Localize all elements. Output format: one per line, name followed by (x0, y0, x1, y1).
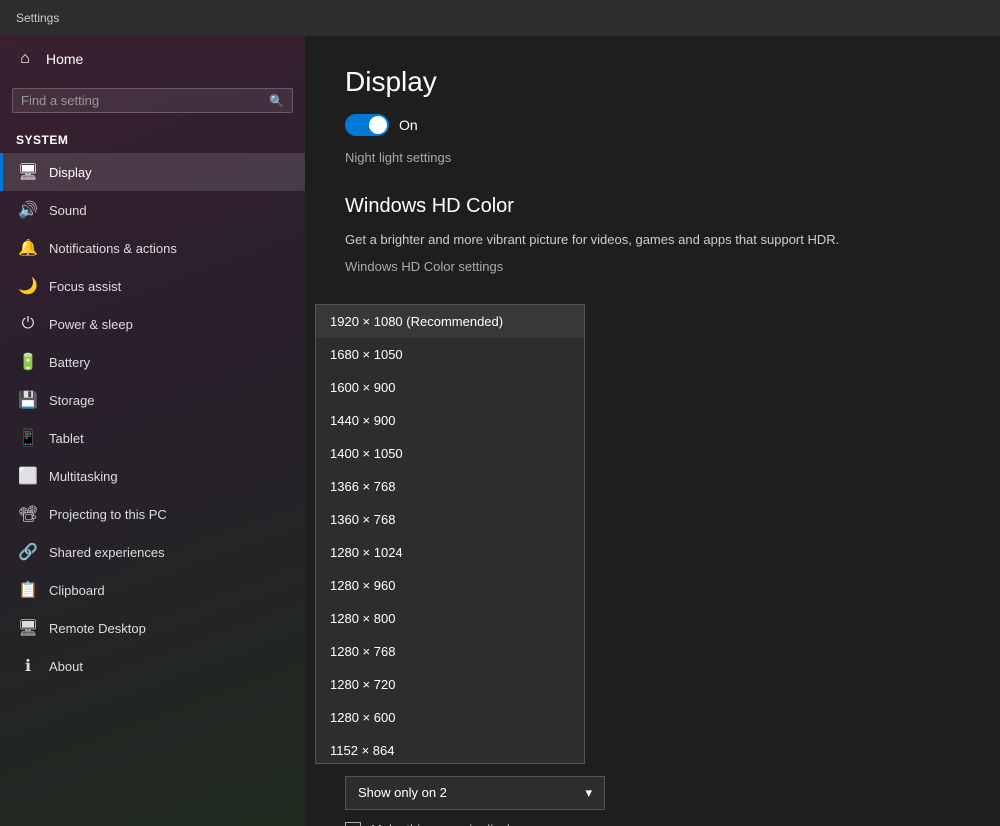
chevron-down-icon: ▾ (585, 785, 592, 801)
dropdown-item-1440x900[interactable]: 1440 × 900 (316, 404, 584, 437)
page-title: Display (345, 66, 960, 98)
sidebar-item-label: Notifications & actions (49, 241, 177, 256)
show-on-select-row: Show only on 2 ▾ (345, 776, 960, 810)
battery-icon: 🔋 (19, 353, 37, 371)
hd-color-settings-link[interactable]: Windows HD Color settings (345, 259, 503, 274)
dropdown-item-1280x960[interactable]: 1280 × 960 (316, 569, 584, 602)
tablet-icon: 📱 (19, 429, 37, 447)
hd-color-section-title: Windows HD Color (345, 195, 960, 218)
sidebar-item-label: About (49, 659, 83, 674)
sidebar-item-label: Focus assist (49, 279, 121, 294)
sidebar-item-label: Remote Desktop (49, 621, 146, 636)
dropdown-item-1280x600[interactable]: 1280 × 600 (316, 701, 584, 734)
hd-color-desc: Get a brighter and more vibrant picture … (345, 230, 960, 250)
remote-icon: 🖥 (19, 619, 37, 637)
multitasking-icon: ⬜ (19, 467, 37, 485)
dropdown-item-1280x720[interactable]: 1280 × 720 (316, 668, 584, 701)
search-box[interactable]: 🔍 (12, 88, 293, 113)
sidebar-item-battery[interactable]: 🔋 Battery (0, 343, 305, 381)
dropdown-item-1400x1050[interactable]: 1400 × 1050 (316, 437, 584, 470)
notifications-icon: 🔔 (19, 239, 37, 257)
bottom-display-row: Show only on 2 ▾ ✓ Make this my main dis… (345, 776, 960, 826)
projecting-icon: 📽 (19, 505, 37, 523)
dropdown-item-1152x864[interactable]: 1152 × 864 (316, 734, 584, 764)
dropdown-item-1360x768[interactable]: 1360 × 768 (316, 503, 584, 536)
shared-icon: 🔗 (19, 543, 37, 561)
sidebar-item-clipboard[interactable]: 📋 Clipboard (0, 571, 305, 609)
make-main-display-row: ✓ Make this my main display (345, 822, 960, 826)
clipboard-icon: 📋 (19, 581, 37, 599)
night-light-toggle-row: On (345, 114, 960, 136)
sidebar-item-multitasking[interactable]: ⬜ Multitasking (0, 457, 305, 495)
sidebar-item-label: Shared experiences (49, 545, 165, 560)
app-title-bar: Settings (0, 0, 1000, 36)
dropdown-item-1366x768[interactable]: 1366 × 768 (316, 470, 584, 503)
sound-icon: 🔊 (19, 201, 37, 219)
home-icon: ⌂ (16, 50, 34, 68)
night-light-link[interactable]: Night light settings (345, 150, 960, 165)
resolution-dropdown[interactable]: 1920 × 1080 (Recommended) 1680 × 1050 16… (315, 304, 585, 764)
sidebar-item-focus[interactable]: 🌙 Focus assist (0, 267, 305, 305)
sidebar-item-tablet[interactable]: 📱 Tablet (0, 419, 305, 457)
sidebar-item-home[interactable]: ⌂ Home (0, 36, 305, 82)
sidebar-item-display[interactable]: 🖥 Display (0, 153, 305, 191)
focus-icon: 🌙 (19, 277, 37, 295)
about-icon: ℹ (19, 657, 37, 675)
sidebar-item-storage[interactable]: 💾 Storage (0, 381, 305, 419)
sidebar-item-about[interactable]: ℹ About (0, 647, 305, 685)
main-layout: ⌂ Home 🔍 System 🖥 Display 🔊 Sound 🔔 Noti… (0, 36, 1000, 826)
sidebar-item-label: Projecting to this PC (49, 507, 167, 522)
dropdown-item-1280x768[interactable]: 1280 × 768 (316, 635, 584, 668)
dropdown-item-1280x800[interactable]: 1280 × 800 (316, 602, 584, 635)
storage-icon: 💾 (19, 391, 37, 409)
sidebar-item-remote[interactable]: 🖥 Remote Desktop (0, 609, 305, 647)
sidebar-item-power[interactable]: ⏻ Power & sleep (0, 305, 305, 343)
sidebar-item-projecting[interactable]: 📽 Projecting to this PC (0, 495, 305, 533)
night-light-toggle[interactable] (345, 114, 389, 136)
show-on-select-label: Show only on 2 (358, 785, 447, 800)
show-on-select[interactable]: Show only on 2 ▾ (345, 776, 605, 810)
sidebar-item-shared[interactable]: 🔗 Shared experiences (0, 533, 305, 571)
make-main-checkbox[interactable]: ✓ (345, 822, 361, 826)
sidebar: ⌂ Home 🔍 System 🖥 Display 🔊 Sound 🔔 Noti… (0, 36, 305, 826)
sidebar-home-label: Home (46, 51, 83, 67)
sidebar-item-label: Battery (49, 355, 90, 370)
sidebar-item-label: Display (49, 165, 92, 180)
sidebar-item-label: Sound (49, 203, 87, 218)
search-input[interactable] (21, 93, 269, 108)
sidebar-item-label: Power & sleep (49, 317, 133, 332)
search-icon: 🔍 (269, 94, 284, 108)
power-icon: ⏻ (19, 315, 37, 333)
dropdown-item-1280x1024[interactable]: 1280 × 1024 (316, 536, 584, 569)
app-title-text: Settings (16, 11, 59, 25)
sidebar-item-label: Multitasking (49, 469, 118, 484)
dropdown-item-1600x900[interactable]: 1600 × 900 (316, 371, 584, 404)
sidebar-item-label: Storage (49, 393, 95, 408)
dropdown-item-1680x1050[interactable]: 1680 × 1050 (316, 338, 584, 371)
sidebar-item-label: Tablet (49, 431, 84, 446)
sidebar-section-label: System (0, 123, 305, 153)
toggle-label: On (399, 117, 418, 133)
make-main-label: Make this my main display (371, 822, 523, 826)
dropdown-item-1920x1080[interactable]: 1920 × 1080 (Recommended) (316, 305, 584, 338)
sidebar-item-label: Clipboard (49, 583, 105, 598)
sidebar-item-notifications[interactable]: 🔔 Notifications & actions (0, 229, 305, 267)
sidebar-item-sound[interactable]: 🔊 Sound (0, 191, 305, 229)
content-area: Display On Night light settings Windows … (305, 36, 1000, 826)
display-icon: 🖥 (19, 163, 37, 181)
